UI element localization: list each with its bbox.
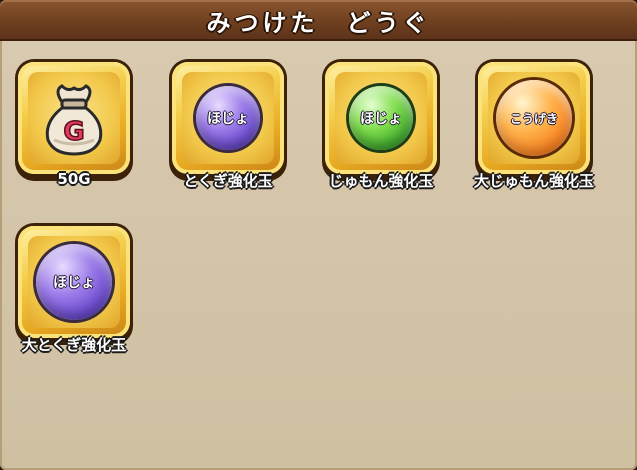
item-label: 大とくぎ強化玉 [21, 336, 127, 354]
item-tile: ほじょ [18, 226, 130, 338]
found-items-panel: みつけた どうぐ G 50G ほじょ とくぎ強化玉 ほじょ じゅもん強化玉 こう… [0, 0, 637, 470]
item-label: 50G [57, 170, 91, 188]
item-slot-gold[interactable]: G 50G [10, 62, 138, 192]
orb-label: ほじょ [207, 111, 249, 127]
item-tile: ほじょ [172, 62, 284, 174]
purple-orb-icon: ほじょ [36, 244, 112, 320]
item-tile: こうげき [478, 62, 590, 174]
gold-bag-icon: G [45, 84, 103, 156]
item-tile: ほじょ [325, 62, 437, 174]
green-orb-icon: ほじょ [349, 86, 413, 150]
orb-label: ほじょ [360, 111, 402, 127]
item-slot-big-skill-orb[interactable]: ほじょ 大とくぎ強化玉 [10, 226, 138, 356]
item-slot-skill-orb[interactable]: ほじょ とくぎ強化玉 [164, 62, 292, 192]
orb-label: ほじょ [53, 275, 95, 291]
item-label: じゅもん強化玉 [328, 172, 434, 190]
item-label: とくぎ強化玉 [183, 172, 273, 190]
purple-orb-icon: ほじょ [196, 86, 260, 150]
panel-title: みつけた どうぐ [206, 9, 431, 37]
orb-label: こうげき [509, 111, 558, 126]
item-slot-spell-orb[interactable]: ほじょ じゅもん強化玉 [317, 62, 445, 192]
title-bar: みつけた どうぐ [0, 0, 637, 41]
gold-bag-letter: G [63, 117, 84, 147]
item-slot-big-spell-orb[interactable]: こうげき 大じゅもん強化玉 [470, 62, 598, 192]
orange-orb-icon: こうげき [496, 80, 572, 156]
item-tile: G [18, 62, 130, 174]
item-label: 大じゅもん強化玉 [473, 172, 594, 190]
